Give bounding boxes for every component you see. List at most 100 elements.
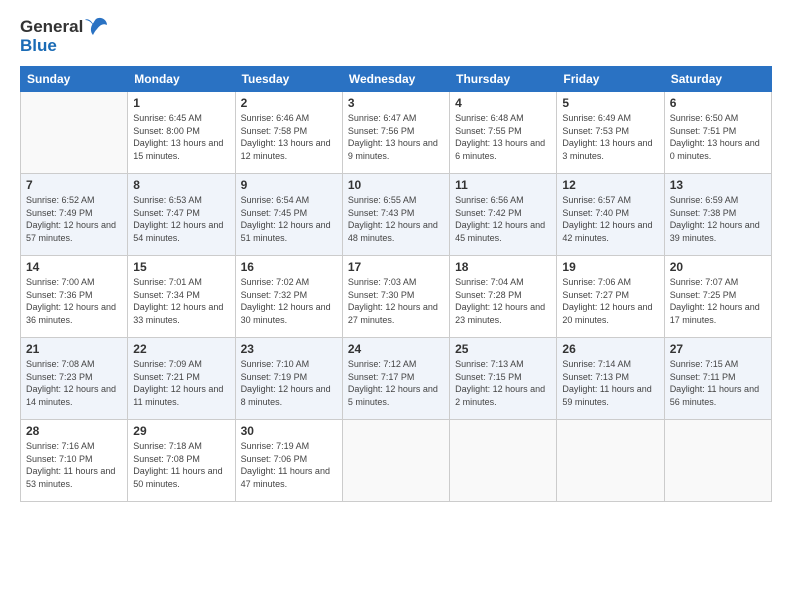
calendar-cell: 16Sunrise: 7:02 AMSunset: 7:32 PMDayligh… (235, 256, 342, 338)
calendar-cell: 7 Sunrise: 6:52 AMSunset: 7:49 PMDaylight… (21, 174, 128, 256)
day-number: 17 (348, 260, 444, 274)
day-info: Sunrise: 6:56 AMSunset: 7:42 PMDaylight:… (455, 194, 551, 244)
day-number: 14 (26, 260, 122, 274)
day-info: Sunrise: 6:54 AMSunset: 7:45 PMDaylight:… (241, 194, 337, 244)
weekday-header-wednesday: Wednesday (342, 67, 449, 92)
day-info: Sunrise: 7:10 AMSunset: 7:19 PMDaylight:… (241, 358, 337, 408)
calendar-cell: 8 Sunrise: 6:53 AMSunset: 7:47 PMDaylight… (128, 174, 235, 256)
calendar-cell: 3Sunrise: 6:47 AMSunset: 7:56 PMDaylight… (342, 92, 449, 174)
day-info: Sunrise: 7:14 AMSunset: 7:13 PMDaylight:… (562, 358, 658, 408)
calendar-cell: 28 Sunrise: 7:16 AMSunset: 7:10 PMDayligh… (21, 420, 128, 502)
calendar-cell: 12Sunrise: 6:57 AMSunset: 7:40 PMDayligh… (557, 174, 664, 256)
day-info: Sunrise: 7:13 AMSunset: 7:15 PMDaylight:… (455, 358, 551, 408)
day-number: 26 (562, 342, 658, 356)
calendar-cell (557, 420, 664, 502)
calendar-cell: 1 Sunrise: 6:45 AMSunset: 8:00 PMDaylight… (128, 92, 235, 174)
day-number: 13 (670, 178, 766, 192)
calendar-cell: 25 Sunrise: 7:13 AMSunset: 7:15 PMDayligh… (450, 338, 557, 420)
day-number: 4 (455, 96, 551, 110)
day-info: Sunrise: 6:45 AMSunset: 8:00 PMDaylight:… (133, 112, 229, 162)
day-info: Sunrise: 7:04 AMSunset: 7:28 PMDaylight:… (455, 276, 551, 326)
day-info: Sunrise: 7:06 AMSunset: 7:27 PMDaylight:… (562, 276, 658, 326)
weekday-header-monday: Monday (128, 67, 235, 92)
calendar-cell (664, 420, 771, 502)
day-number: 10 (348, 178, 444, 192)
day-info: Sunrise: 7:19 AMSunset: 7:06 PMDaylight:… (241, 440, 337, 490)
day-info: Sunrise: 6:59 AMSunset: 7:38 PMDaylight:… (670, 194, 766, 244)
day-info: Sunrise: 6:57 AMSunset: 7:40 PMDaylight:… (562, 194, 658, 244)
day-number: 19 (562, 260, 658, 274)
calendar-cell: 26 Sunrise: 7:14 AMSunset: 7:13 PMDayligh… (557, 338, 664, 420)
day-number: 5 (562, 96, 658, 110)
day-number: 2 (241, 96, 337, 110)
calendar-week-row: 28 Sunrise: 7:16 AMSunset: 7:10 PMDayligh… (21, 420, 772, 502)
day-number: 7 (26, 178, 122, 192)
calendar-cell: 2 Sunrise: 6:46 AMSunset: 7:58 PMDaylight… (235, 92, 342, 174)
day-number: 24 (348, 342, 444, 356)
day-number: 21 (26, 342, 122, 356)
page: General Blue SundayMondayTuesdayWednesda… (0, 0, 792, 612)
day-number: 25 (455, 342, 551, 356)
day-number: 28 (26, 424, 122, 438)
header: General Blue (20, 16, 772, 56)
calendar-cell: 15 Sunrise: 7:01 AMSunset: 7:34 PMDayligh… (128, 256, 235, 338)
day-info: Sunrise: 7:00 AMSunset: 7:36 PMDaylight:… (26, 276, 122, 326)
day-info: Sunrise: 7:03 AMSunset: 7:30 PMDaylight:… (348, 276, 444, 326)
calendar-cell: 4 Sunrise: 6:48 AMSunset: 7:55 PMDaylight… (450, 92, 557, 174)
calendar-cell: 13 Sunrise: 6:59 AMSunset: 7:38 PMDayligh… (664, 174, 771, 256)
day-number: 16 (241, 260, 337, 274)
calendar-cell: 24 Sunrise: 7:12 AMSunset: 7:17 PMDayligh… (342, 338, 449, 420)
day-info: Sunrise: 6:53 AMSunset: 7:47 PMDaylight:… (133, 194, 229, 244)
day-info: Sunrise: 7:16 AMSunset: 7:10 PMDaylight:… (26, 440, 122, 490)
calendar-week-row: 21 Sunrise: 7:08 AMSunset: 7:23 PMDayligh… (21, 338, 772, 420)
calendar-cell: 21 Sunrise: 7:08 AMSunset: 7:23 PMDayligh… (21, 338, 128, 420)
day-info: Sunrise: 6:52 AMSunset: 7:49 PMDaylight:… (26, 194, 122, 244)
logo-bird-icon (85, 16, 107, 38)
day-info: Sunrise: 6:46 AMSunset: 7:58 PMDaylight:… (241, 112, 337, 162)
calendar-cell: 14 Sunrise: 7:00 AMSunset: 7:36 PMDayligh… (21, 256, 128, 338)
calendar-cell: 6 Sunrise: 6:50 AMSunset: 7:51 PMDaylight… (664, 92, 771, 174)
calendar-cell: 17 Sunrise: 7:03 AMSunset: 7:30 PMDayligh… (342, 256, 449, 338)
day-number: 22 (133, 342, 229, 356)
day-number: 1 (133, 96, 229, 110)
calendar-cell: 10 Sunrise: 6:55 AMSunset: 7:43 PMDayligh… (342, 174, 449, 256)
day-info: Sunrise: 7:12 AMSunset: 7:17 PMDaylight:… (348, 358, 444, 408)
day-number: 15 (133, 260, 229, 274)
day-number: 23 (241, 342, 337, 356)
calendar-table: SundayMondayTuesdayWednesdayThursdayFrid… (20, 66, 772, 502)
weekday-header-saturday: Saturday (664, 67, 771, 92)
calendar-cell: 27Sunrise: 7:15 AMSunset: 7:11 PMDayligh… (664, 338, 771, 420)
logo: General Blue (20, 16, 107, 56)
calendar-cell: 23 Sunrise: 7:10 AMSunset: 7:19 PMDayligh… (235, 338, 342, 420)
weekday-header-tuesday: Tuesday (235, 67, 342, 92)
calendar-cell (342, 420, 449, 502)
day-number: 8 (133, 178, 229, 192)
calendar-cell (21, 92, 128, 174)
day-info: Sunrise: 7:18 AMSunset: 7:08 PMDaylight:… (133, 440, 229, 490)
calendar-week-row: 14 Sunrise: 7:00 AMSunset: 7:36 PMDayligh… (21, 256, 772, 338)
logo-blue: Blue (20, 36, 57, 56)
logo-general: General (20, 17, 83, 37)
calendar-cell: 20 Sunrise: 7:07 AMSunset: 7:25 PMDayligh… (664, 256, 771, 338)
day-number: 11 (455, 178, 551, 192)
weekday-header-thursday: Thursday (450, 67, 557, 92)
day-number: 20 (670, 260, 766, 274)
day-number: 30 (241, 424, 337, 438)
day-info: Sunrise: 6:48 AMSunset: 7:55 PMDaylight:… (455, 112, 551, 162)
day-info: Sunrise: 7:08 AMSunset: 7:23 PMDaylight:… (26, 358, 122, 408)
calendar-week-row: 1 Sunrise: 6:45 AMSunset: 8:00 PMDaylight… (21, 92, 772, 174)
day-info: Sunrise: 6:55 AMSunset: 7:43 PMDaylight:… (348, 194, 444, 244)
calendar-cell: 19 Sunrise: 7:06 AMSunset: 7:27 PMDayligh… (557, 256, 664, 338)
day-number: 6 (670, 96, 766, 110)
calendar-cell: 30 Sunrise: 7:19 AMSunset: 7:06 PMDayligh… (235, 420, 342, 502)
day-info: Sunrise: 7:09 AMSunset: 7:21 PMDaylight:… (133, 358, 229, 408)
day-info: Sunrise: 6:47 AMSunset: 7:56 PMDaylight:… (348, 112, 444, 162)
day-info: Sunrise: 7:07 AMSunset: 7:25 PMDaylight:… (670, 276, 766, 326)
day-number: 9 (241, 178, 337, 192)
day-info: Sunrise: 6:49 AMSunset: 7:53 PMDaylight:… (562, 112, 658, 162)
day-info: Sunrise: 7:01 AMSunset: 7:34 PMDaylight:… (133, 276, 229, 326)
weekday-header-sunday: Sunday (21, 67, 128, 92)
day-info: Sunrise: 6:50 AMSunset: 7:51 PMDaylight:… (670, 112, 766, 162)
calendar-cell: 5 Sunrise: 6:49 AMSunset: 7:53 PMDaylight… (557, 92, 664, 174)
calendar-header-row: SundayMondayTuesdayWednesdayThursdayFrid… (21, 67, 772, 92)
